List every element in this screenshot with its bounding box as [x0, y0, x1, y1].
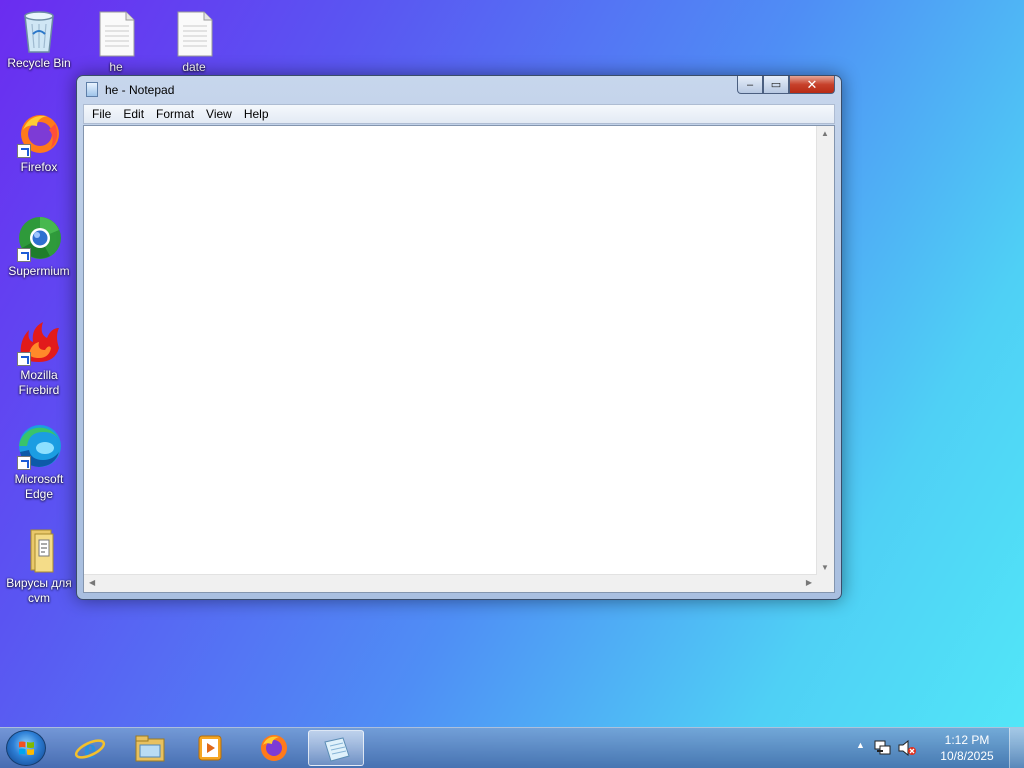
firefox-icon [261, 735, 287, 761]
desktop-icon-firefox[interactable]: Firefox [1, 110, 77, 175]
windows-logo-icon [19, 741, 34, 755]
system-tray: ▲ 1:12 PM 10/8/2025 [854, 728, 1024, 768]
desktop-icon-label: Firefox [20, 160, 58, 174]
taskbar-media-player[interactable] [182, 730, 238, 766]
desktop-icon-label: Microsoft Edge [14, 472, 64, 501]
shortcut-arrow-icon [17, 352, 31, 366]
maximize-icon: ▭ [770, 79, 782, 91]
caption-buttons: – ▭ ✕ [737, 76, 835, 96]
window-title: he - Notepad [105, 83, 175, 97]
menu-edit[interactable]: Edit [117, 107, 150, 121]
folder-icon [15, 526, 63, 574]
notepad-titlebar[interactable]: he - Notepad – ▭ ✕ [77, 76, 841, 104]
desktop-icon-label: Вирусы для cvm [6, 576, 72, 605]
taskbar-firefox[interactable] [246, 730, 302, 766]
desktop-icon-date[interactable]: date [156, 10, 232, 75]
recycle-bin-icon [15, 6, 63, 54]
desktop-icon-recycle-bin[interactable]: Recycle Bin [1, 6, 77, 71]
start-button[interactable] [6, 730, 46, 766]
shortcut-arrow-icon [17, 248, 31, 262]
desktop-icon-he[interactable]: he [78, 10, 154, 75]
scroll-up-arrow-icon[interactable]: ▲ [821, 129, 829, 138]
menu-view[interactable]: View [200, 107, 238, 121]
edge-icon [15, 422, 63, 470]
text-document-icon [92, 10, 140, 58]
clock-time: 1:12 PM [944, 733, 990, 747]
internet-explorer-icon: e [74, 734, 106, 763]
desktop-icon-microsoft-edge[interactable]: Microsoft Edge [1, 422, 77, 502]
menu-help[interactable]: Help [238, 107, 275, 121]
firebird-icon [15, 318, 63, 366]
desktop-icon-label: date [182, 60, 206, 74]
close-button[interactable]: ✕ [789, 76, 835, 94]
taskbar-notepad[interactable] [308, 730, 364, 766]
text-editor-area[interactable]: ▲ ▼ ◀ ▶ [83, 125, 835, 593]
file-explorer-icon [135, 735, 165, 762]
notepad-window[interactable]: he - Notepad – ▭ ✕ File Edit Format View… [76, 75, 842, 600]
taskbar: e ▲ 1:12 PM 10/8/2025 [0, 727, 1024, 768]
desktop-icon-label: he [109, 60, 123, 74]
text-document-icon [170, 10, 218, 58]
close-icon: ✕ [806, 76, 818, 92]
horizontal-scrollbar[interactable]: ◀ ▶ [84, 574, 817, 592]
firefox-icon [15, 110, 63, 158]
scroll-down-arrow-icon[interactable]: ▼ [821, 563, 829, 572]
desktop-icon-mozilla-firebird[interactable]: Mozilla Firebird [1, 318, 77, 398]
menu-bar: File Edit Format View Help [83, 104, 835, 124]
scroll-right-arrow-icon[interactable]: ▶ [806, 578, 812, 587]
media-player-icon [198, 735, 222, 761]
menu-format[interactable]: Format [150, 107, 200, 121]
maximize-button[interactable]: ▭ [763, 76, 789, 94]
clock-date: 10/8/2025 [940, 749, 994, 763]
menu-file[interactable]: File [86, 107, 117, 121]
desktop-icon-label: Recycle Bin [7, 56, 71, 70]
taskbar-file-explorer[interactable] [122, 730, 178, 766]
clock[interactable]: 1:12 PM 10/8/2025 [932, 732, 1002, 764]
supermium-icon [15, 214, 63, 262]
taskbar-internet-explorer[interactable]: e [62, 730, 118, 766]
desktop-icon-label: Mozilla Firebird [18, 368, 60, 397]
vertical-scrollbar[interactable]: ▲ ▼ [816, 126, 834, 575]
shortcut-arrow-icon [17, 456, 31, 470]
show-desktop-button[interactable] [1009, 728, 1024, 768]
notepad-icon [86, 82, 98, 97]
desktop-icon-folder[interactable]: Вирусы для cvm [1, 526, 77, 606]
minimize-icon: – [746, 78, 754, 91]
scroll-left-arrow-icon[interactable]: ◀ [89, 578, 95, 587]
scrollbar-corner [817, 575, 834, 592]
svg-text:e: e [84, 734, 96, 763]
show-hidden-icons-arrow[interactable]: ▲ [856, 740, 865, 750]
desktop-icon-label: Supermium [8, 264, 70, 278]
notepad-icon [324, 737, 350, 762]
desktop-icon-supermium[interactable]: Supermium [1, 214, 77, 279]
minimize-button[interactable]: – [737, 76, 763, 94]
volume-muted-icon[interactable] [898, 740, 916, 756]
shortcut-arrow-icon [17, 144, 31, 158]
network-icon[interactable] [874, 740, 892, 756]
